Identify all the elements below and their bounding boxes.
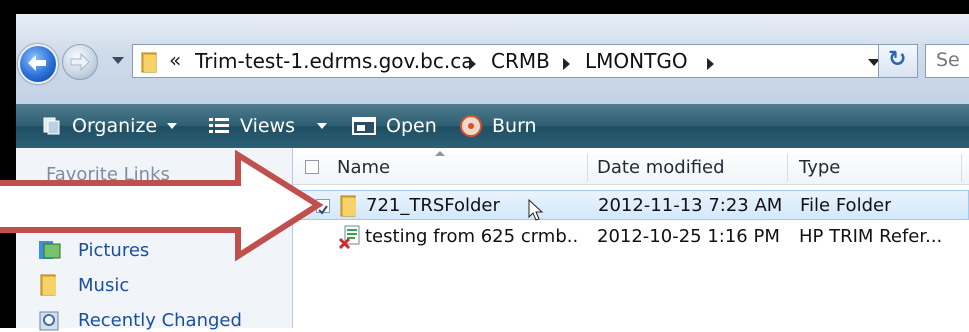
column-divider[interactable]	[587, 154, 588, 182]
column-divider[interactable]	[961, 154, 962, 182]
refresh-button[interactable]: ↻	[878, 44, 918, 78]
column-header-date-modified[interactable]: Date modified	[597, 150, 725, 184]
organize-icon	[43, 117, 60, 135]
organize-label: Organize	[72, 115, 158, 137]
mouse-cursor-icon	[528, 199, 544, 221]
recently-changed-icon	[39, 311, 59, 331]
folder-icon	[340, 195, 356, 217]
nav-item-label: Recently Changed	[78, 309, 242, 331]
burn-button[interactable]: Burn	[460, 111, 537, 141]
file-name: 721_TRSFolder	[366, 195, 500, 216]
views-icon	[209, 118, 229, 133]
address-segment-server[interactable]: Trim-test-1.edrms.gov.bc.ca	[195, 49, 473, 73]
burn-label: Burn	[492, 115, 537, 137]
command-toolbar: Organize Views Open Burn	[16, 104, 969, 148]
file-type: HP TRIM Refer...	[799, 226, 943, 247]
views-button[interactable]: Views	[208, 111, 327, 141]
address-separator-arrow[interactable]	[707, 58, 714, 70]
column-header-row: Name Date modified Type	[293, 150, 969, 185]
views-label: Views	[240, 115, 295, 137]
sort-ascending-icon	[435, 151, 445, 156]
organize-button[interactable]: Organize	[42, 111, 178, 141]
address-bar[interactable]: « Trim-test-1.edrms.gov.bc.ca CRMB LMONT…	[132, 44, 902, 78]
column-header-name[interactable]: Name	[337, 150, 390, 184]
file-type: File Folder	[800, 195, 892, 216]
file-row-721-trsfolder[interactable]: 721_TRSFolder 2012-11-13 7:23 AM File Fo…	[295, 190, 969, 221]
search-input[interactable]: Se	[925, 44, 969, 78]
column-header-type[interactable]: Type	[799, 150, 840, 184]
file-row-testing[interactable]: testing from 625 crmb... 2012-10-25 1:16…	[295, 222, 969, 252]
nav-item-music[interactable]: Music	[38, 273, 129, 297]
open-label: Open	[386, 115, 437, 137]
recent-pages-dropdown[interactable]	[112, 57, 124, 64]
nav-item-label: Music	[78, 274, 130, 296]
chevron-down-icon	[317, 123, 327, 129]
screen-frame-top	[0, 0, 969, 14]
address-segment-crmb[interactable]: CRMB	[491, 49, 550, 73]
open-window-icon	[352, 117, 376, 135]
chevron-down-icon	[167, 123, 178, 129]
music-folder-icon	[40, 274, 56, 296]
file-list: Name Date modified Type 721_TRSFolder 20…	[293, 148, 969, 328]
address-overflow-chevron[interactable]: «	[169, 48, 181, 72]
forward-arrow-icon	[70, 53, 90, 71]
column-divider[interactable]	[787, 154, 788, 182]
annotation-arrow	[0, 150, 324, 262]
file-name: testing from 625 crmb...	[365, 226, 579, 247]
back-arrow-icon	[28, 55, 46, 71]
burn-disc-icon	[460, 115, 482, 137]
folder-icon	[141, 52, 157, 73]
back-button[interactable]	[18, 44, 58, 84]
file-date-modified: 2012-10-25 1:16 PM	[597, 226, 780, 247]
nav-item-recently-changed[interactable]: Recently Changed	[38, 308, 242, 332]
address-separator-arrow[interactable]	[469, 58, 476, 70]
open-button[interactable]: Open	[352, 111, 437, 141]
address-separator-arrow[interactable]	[563, 58, 570, 70]
file-date-modified: 2012-11-13 7:23 AM	[598, 195, 783, 216]
refresh-icon: ↻	[888, 47, 907, 72]
address-segment-lmontgo[interactable]: LMONTGO	[585, 49, 688, 73]
trim-reference-file-icon	[339, 225, 360, 249]
forward-button[interactable]	[62, 44, 98, 80]
